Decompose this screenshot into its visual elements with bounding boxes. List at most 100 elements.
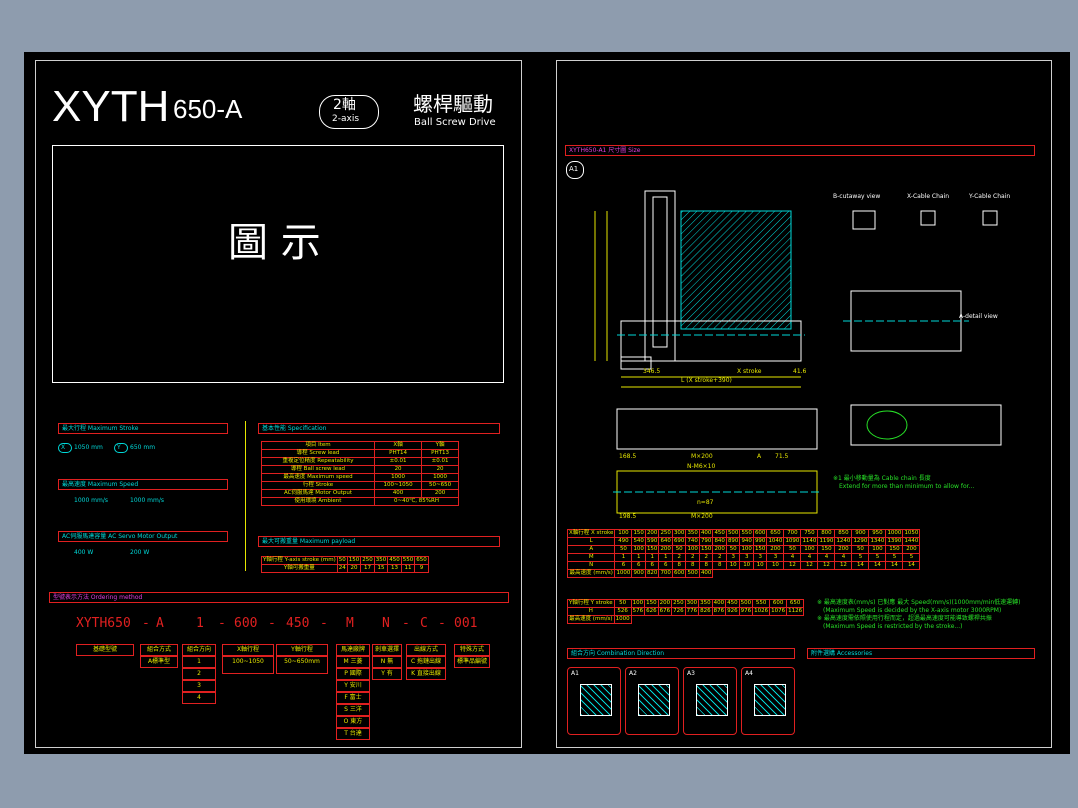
- stroke-table-cell: 350: [685, 529, 700, 538]
- payload-cell: 50: [336, 556, 348, 565]
- y-note-a: ※ 最高速度表(mm/s) 已對應 最大 Speed(mm/s)(1000mm/…: [817, 599, 1021, 606]
- order-sub-x: 100~1050: [222, 656, 274, 674]
- order-label-base: 基礎型號: [76, 644, 134, 656]
- payload-cell: 550: [400, 556, 416, 565]
- stroke-table-cell: 150: [644, 545, 660, 554]
- dim-L: L (X stroke+390): [681, 377, 732, 384]
- stroke-table-cell: 12: [817, 561, 836, 570]
- y-axis-inner: [652, 196, 668, 348]
- stroke-table-cell: 6: [644, 561, 660, 570]
- combination-title: 組合方向 Combination Direction: [571, 650, 665, 657]
- y-speed-value: 1000 mm/s: [130, 497, 165, 504]
- order-label-comb: 組合方式: [140, 644, 178, 656]
- dim-M200: M×200: [691, 453, 713, 460]
- spec-cell: 最高速度 Maximum speed: [261, 473, 375, 482]
- stroke-table-cell: 950: [868, 529, 887, 538]
- stroke-table-cell: 1026: [752, 607, 771, 616]
- stroke-table-cell: 676: [657, 607, 673, 616]
- spec-cell: 400: [373, 489, 423, 498]
- order-label-cable: 出線方式: [406, 644, 446, 656]
- stroke-table-cell: 400: [698, 569, 714, 578]
- y-cable-label: Y-Cable Chain: [969, 193, 1011, 200]
- order-label-y: Y軸行程: [276, 644, 328, 656]
- spec-cell: 導程 Ball screw lead: [261, 465, 375, 474]
- model-title: XYTH: [52, 82, 170, 131]
- spec-cell: 50~650: [421, 481, 459, 490]
- stroke-table-cell: 300: [684, 599, 700, 608]
- x-speed-value: 1000 mm/s: [74, 497, 109, 504]
- payload-cell: 11: [400, 564, 416, 573]
- b-cutaway-label: B-cutaway view: [833, 193, 881, 200]
- figure-placeholder: 圖 示: [228, 220, 321, 266]
- spec-cell: PHT14: [373, 449, 423, 458]
- ordering-title: 型號表示方法 Ordering method: [53, 594, 143, 601]
- spec-cell: 1000: [421, 473, 459, 482]
- payload-cell: 450: [387, 556, 402, 565]
- stroke-table-cell: 1340: [868, 537, 887, 546]
- order-sub-cable: K 直接出線: [406, 668, 446, 680]
- stroke-table-cell: 150: [631, 529, 646, 538]
- stroke-table-cell: 3: [766, 553, 785, 562]
- stroke-table-cell: 150: [752, 545, 768, 554]
- stroke-table-cell: 1000: [885, 529, 904, 538]
- stroke-table-cell: 8: [712, 561, 727, 570]
- stroke-table-cell: Y軸行程 Y stroke: [567, 599, 615, 608]
- motor-output-label: AC伺服馬達容量 AC Servo Motor Output: [62, 533, 178, 540]
- dim-188: 198.5: [619, 513, 637, 520]
- x-chain-shape: [920, 210, 936, 226]
- stroke-table-cell: 4: [800, 553, 819, 562]
- axes-badge: 2軸 2-axis: [319, 95, 379, 129]
- stroke-table-cell: X軸行程 X stroke: [566, 529, 616, 538]
- max-speed-header: 最高速度 Maximum Speed: [58, 479, 228, 490]
- stroke-table-cell: 600: [671, 569, 687, 578]
- combination-header: 組合方向 Combination Direction: [567, 648, 795, 659]
- stroke-table-cell: 6: [614, 561, 633, 570]
- stroke-table-cell: 50: [851, 545, 870, 554]
- order-code-special: 001: [454, 616, 478, 631]
- order-code-motor: M: [346, 616, 354, 631]
- y-motor-value: 200 W: [130, 549, 150, 556]
- comb-box-a4: A4: [741, 667, 795, 735]
- spec-head-x: X軸: [373, 441, 423, 450]
- order-code-cable: C: [420, 616, 428, 631]
- stroke-table-cell: 1: [614, 553, 633, 562]
- stroke-table-cell: 12: [834, 561, 853, 570]
- max-speed-label: 最高速度 Maximum Speed: [62, 481, 139, 488]
- y-note-c: ※ 最高速度需依照使用行程而定，超過最高速度可能導致螺桿共振: [817, 615, 992, 622]
- stroke-table-cell: 50: [671, 545, 687, 554]
- stroke-table-cell: 626: [644, 607, 659, 616]
- stroke-table-cell: 1: [644, 553, 660, 562]
- payload-title: 最大可搬重量 Maximum payload: [262, 538, 356, 545]
- payload-cell: 150: [346, 556, 362, 565]
- stroke-table-cell: A: [566, 545, 616, 554]
- order-sub-comb: A標準型: [140, 656, 178, 668]
- stroke-table-cell: 550: [739, 529, 754, 538]
- stroke-table-cell: 1040: [766, 537, 785, 546]
- y-stroke-value: 650 mm: [130, 444, 156, 451]
- order-sub-brake: N 無: [372, 656, 402, 668]
- order-code-x: 600: [234, 616, 258, 631]
- x-badge: X: [58, 443, 72, 453]
- order-sub-motor: M 三菱: [336, 656, 370, 668]
- stroke-table-cell: 590: [644, 537, 660, 546]
- payload-header: 最大可搬重量 Maximum payload: [258, 536, 500, 547]
- stroke-table-cell: 100: [631, 545, 646, 554]
- stroke-table-cell: 100: [630, 599, 646, 608]
- x-stroke-value: 1050 mm: [74, 444, 103, 451]
- stroke-table-cell: 400: [698, 529, 714, 538]
- spec-title: 基本性能 Specification: [262, 425, 327, 432]
- ordering-header: 型號表示方法 Ordering method: [49, 592, 509, 603]
- y-note-d: (Maximum Speed is restricted by the stro…: [823, 623, 963, 630]
- max-stroke-header: 最大行程 Maximum Stroke: [58, 423, 228, 434]
- stroke-table-cell: 8: [671, 561, 687, 570]
- y-note-b: (Maximum Speed is decided by the X-axis …: [823, 607, 1002, 614]
- stroke-table-cell: 850: [834, 529, 853, 538]
- note-1: ※1 最小移動量為 Cable chain 長度: [833, 475, 931, 482]
- stroke-table-cell: 600: [769, 599, 788, 608]
- spec-cell: 100~1050: [373, 481, 423, 490]
- payload-cell: 250: [360, 556, 375, 565]
- x-cable-label: X-Cable Chain: [907, 193, 950, 200]
- stroke-table-cell: 640: [658, 537, 673, 546]
- stroke-table-cell: 776: [684, 607, 700, 616]
- spec-cell: 0~40℃, 85%RH: [374, 497, 459, 506]
